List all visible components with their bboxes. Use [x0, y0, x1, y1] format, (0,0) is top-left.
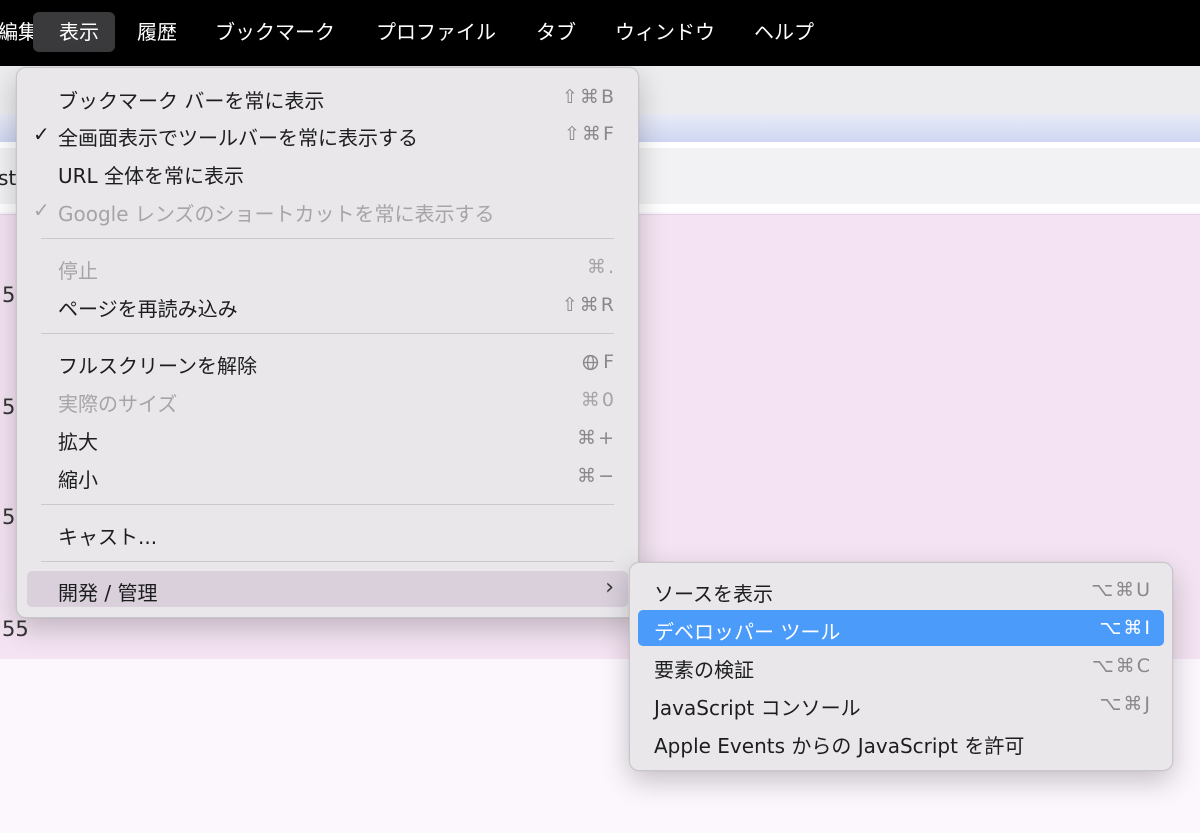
menu-item-label: ソースを表示 [654, 582, 773, 606]
menu-item-google-lens-shortcut: ✓ Google レンズのショートカットを常に表示する [27, 192, 628, 228]
menu-item-label: 停止 [58, 259, 98, 283]
menu-item-label: フルスクリーンを解除 [58, 354, 257, 378]
address-text: st [0, 166, 17, 190]
menu-profiles[interactable]: プロファイル [366, 12, 506, 52]
row-value: 55 [2, 617, 29, 641]
menu-help[interactable]: ヘルプ [744, 12, 824, 52]
menu-separator [41, 504, 614, 505]
menu-item-label: JavaScript コンソール [654, 696, 861, 720]
menu-item-label: ブックマーク バーを常に表示 [58, 89, 325, 113]
menu-item-show-full-url[interactable]: URL 全体を常に表示 [27, 154, 628, 190]
menu-bookmarks[interactable]: ブックマーク [205, 12, 345, 52]
menu-item-stop: 停止 ⌘. [27, 249, 628, 285]
menu-item-zoom-in[interactable]: 拡大 ⌘+ [27, 420, 628, 456]
submenu-item-javascript-console[interactable]: JavaScript コンソール ⌥⌘J [638, 686, 1164, 722]
shortcut: ⌥⌘J [1099, 693, 1152, 715]
menu-item-actual-size: 実際のサイズ ⌘0 [27, 382, 628, 418]
menu-item-label: キャスト... [58, 525, 158, 549]
menu-item-label: 縮小 [58, 468, 98, 492]
shortcut: ⇧⌘R [561, 294, 616, 316]
menu-view[interactable]: 表示 [33, 12, 115, 52]
shortcut: ⌘0 [580, 389, 616, 411]
globe-icon [582, 354, 599, 370]
chevron-right-icon: › [605, 575, 614, 600]
row-value: 5 [2, 283, 16, 307]
shortcut: F [582, 351, 616, 373]
row-value: 5 [2, 505, 16, 529]
menu-item-label: デベロッパー ツール [654, 620, 841, 644]
menu-tabs[interactable]: タブ [526, 12, 586, 52]
menu-history[interactable]: 履歴 [127, 12, 187, 52]
submenu-item-developer-tools[interactable]: デベロッパー ツール ⌥⌘I [638, 610, 1164, 646]
menu-item-label: 全画面表示でツールバーを常に表示する [58, 126, 418, 150]
menu-item-cast[interactable]: キャスト... [27, 515, 628, 551]
submenu-item-inspect-elements[interactable]: 要素の検証 ⌥⌘C [638, 648, 1164, 684]
checkmark-icon: ✓ [33, 122, 50, 146]
shortcut: ⇧⌘F [564, 123, 616, 145]
menu-separator [41, 333, 614, 334]
menu-item-label: URL 全体を常に表示 [58, 164, 245, 188]
menu-item-zoom-out[interactable]: 縮小 ⌘− [27, 458, 628, 494]
submenu-item-view-source[interactable]: ソースを表示 ⌥⌘U [638, 572, 1164, 608]
checkmark-icon: ✓ [33, 198, 50, 222]
menu-item-reload[interactable]: ページを再読み込み ⇧⌘R [27, 287, 628, 323]
menu-window[interactable]: ウィンドウ [605, 12, 725, 52]
submenu-item-allow-apple-events-js[interactable]: Apple Events からの JavaScript を許可 [638, 724, 1164, 760]
menu-separator [41, 238, 614, 239]
shortcut: ⌘− [577, 465, 616, 487]
shortcut-key: F [603, 351, 616, 373]
menu-item-label: 拡大 [58, 430, 98, 454]
shortcut: ⌘+ [577, 427, 616, 449]
shortcut: ⇧⌘B [562, 86, 616, 108]
developer-submenu: ソースを表示 ⌥⌘U デベロッパー ツール ⌥⌘I 要素の検証 ⌥⌘C Java… [629, 562, 1173, 771]
menu-item-toolbar-in-fullscreen[interactable]: ✓ 全画面表示でツールバーを常に表示する ⇧⌘F [27, 116, 628, 152]
menu-item-label: ページを再読み込み [58, 297, 238, 321]
menu-item-always-show-bookmark-bar[interactable]: ブックマーク バーを常に表示 ⇧⌘B [27, 79, 628, 115]
menu-item-label: Apple Events からの JavaScript を許可 [654, 734, 1025, 758]
shortcut: ⌥⌘I [1099, 617, 1152, 639]
menu-separator [41, 561, 614, 562]
shortcut: ⌥⌘U [1091, 579, 1152, 601]
menu-item-label: 開発 / 管理 [58, 581, 158, 605]
view-menu: ブックマーク バーを常に表示 ⇧⌘B ✓ 全画面表示でツールバーを常に表示する … [16, 67, 639, 618]
menu-item-developer[interactable]: 開発 / 管理 › [27, 571, 628, 607]
menu-item-exit-fullscreen[interactable]: フルスクリーンを解除 F [27, 344, 628, 380]
menu-item-label: Google レンズのショートカットを常に表示する [58, 202, 495, 226]
menu-item-label: 要素の検証 [654, 658, 754, 682]
shortcut: ⌘. [586, 256, 616, 278]
row-value: 5 [2, 395, 16, 419]
shortcut: ⌥⌘C [1091, 655, 1152, 677]
menu-bar: 編集 表示 履歴 ブックマーク プロファイル タブ ウィンドウ ヘルプ [0, 0, 1200, 66]
menu-item-label: 実際のサイズ [58, 392, 178, 416]
